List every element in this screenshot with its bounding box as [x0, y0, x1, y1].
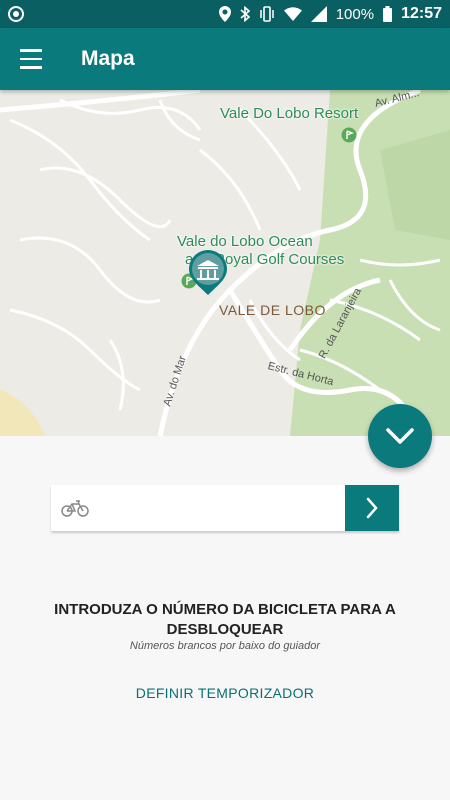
unlock-panel: INTRODUZA O NÚMERO DA BICICLETA PARA A D… [0, 436, 450, 800]
status-bar: 100% 12:57 [0, 0, 450, 28]
clock: 12:57 [401, 5, 442, 22]
bluetooth-icon [240, 6, 250, 22]
bicycle-icon [51, 485, 99, 531]
chevron-down-icon [386, 428, 414, 444]
menu-button[interactable] [0, 28, 62, 90]
hint-text: Números brancos por baixo do guiador [129, 640, 321, 652]
poi-label-golf-line1: Vale do Lobo Ocean [177, 233, 313, 250]
submit-button[interactable] [345, 485, 399, 531]
signal-icon [310, 6, 327, 22]
battery-text: 100% [335, 5, 375, 23]
page-title: Mapa [81, 47, 135, 70]
location-icon [218, 6, 231, 22]
chevron-right-icon [366, 497, 378, 519]
town-label: VALE DE LOBO [219, 302, 326, 318]
record-icon [8, 6, 24, 22]
vibrate-icon [259, 6, 274, 22]
status-icons: 100% 12:57 [218, 5, 442, 23]
instruction-text: INTRODUZA O NÚMERO DA BICICLETA PARA A D… [54, 601, 396, 638]
bike-number-input[interactable] [99, 485, 345, 531]
poi-label-resort: Vale Do Lobo Resort [220, 105, 359, 122]
battery-icon [383, 6, 393, 22]
hamburger-icon [20, 46, 42, 72]
station-marker-icon[interactable] [188, 250, 228, 296]
bike-number-field [51, 485, 399, 531]
collapse-map-button[interactable] [368, 404, 432, 468]
set-timer-link[interactable]: DEFINIR TEMPORIZADOR [20, 685, 430, 701]
wifi-icon [283, 7, 302, 21]
map-view[interactable]: Vale Do Lobo Resort Vale do Lobo Ocean a… [0, 90, 450, 436]
app-bar: Mapa [0, 28, 450, 90]
golf-poi-icon[interactable] [341, 127, 357, 143]
